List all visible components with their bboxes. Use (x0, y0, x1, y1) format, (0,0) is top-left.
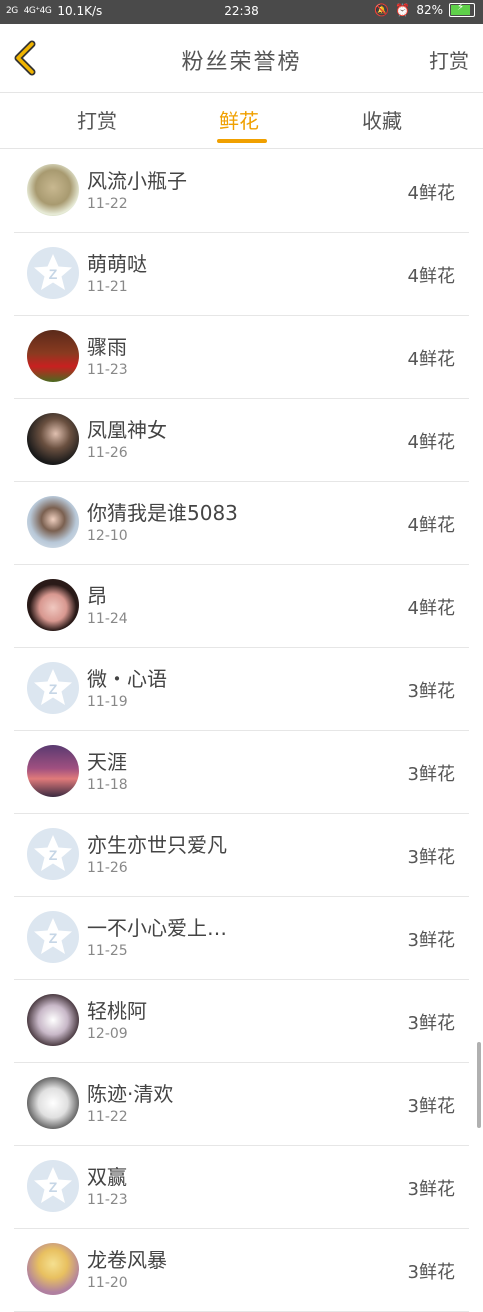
fan-name: 微・心语 (87, 667, 167, 691)
fan-ranking-list: 风流小瓶子 11-22 4鲜花 Z 萌萌哒 11-21 4鲜花 骤雨 11-23 4鲜花 凤凰神女 1… (0, 150, 483, 1312)
flower-count: 3鲜花 (407, 847, 455, 868)
default-avatar-icon: Z (34, 918, 72, 954)
mute-icon: 🔕 (374, 3, 390, 17)
battery-icon: ⚡ (449, 2, 475, 17)
fan-name: 轻桃阿 (87, 999, 147, 1023)
tab-flowers[interactable]: 鲜花 (219, 105, 259, 134)
fan-name: 风流小瓶子 (87, 169, 187, 193)
fan-date: 11-25 (87, 943, 128, 959)
fan-date: 11-23 (87, 1192, 128, 1208)
flower-count: 3鲜花 (407, 1179, 455, 1200)
avatar: Z (27, 247, 79, 299)
tab-bar: 打赏 鲜花 收藏 (0, 93, 483, 149)
list-item[interactable]: Z 一不小心爱上… 11-25 3鲜花 (14, 897, 469, 980)
list-item[interactable]: Z 萌萌哒 11-21 4鲜花 (14, 233, 469, 316)
flower-count: 4鲜花 (407, 183, 455, 204)
flower-count: 3鲜花 (407, 1096, 455, 1117)
list-item[interactable]: 昂 11-24 4鲜花 (14, 565, 469, 648)
svg-text:Z: Z (49, 847, 58, 863)
fan-date: 11-21 (87, 279, 128, 295)
alarm-icon: ⏰ (395, 3, 411, 17)
scrollbar[interactable] (477, 1042, 481, 1128)
fan-date: 11-26 (87, 860, 128, 876)
flower-count: 4鲜花 (407, 598, 455, 619)
reward-button[interactable]: 打赏 (429, 45, 469, 74)
avatar (27, 164, 79, 216)
svg-text:Z: Z (49, 930, 58, 946)
default-avatar-icon: Z (34, 669, 72, 705)
flower-count: 4鲜花 (407, 515, 455, 536)
fan-date: 11-26 (87, 445, 128, 461)
fan-date: 11-20 (87, 1275, 128, 1291)
active-tab-indicator (217, 139, 267, 143)
fan-date: 11-19 (87, 694, 128, 710)
fan-date: 11-22 (87, 1109, 128, 1125)
list-item[interactable]: 轻桃阿 12-09 3鲜花 (14, 980, 469, 1063)
list-item[interactable]: 风流小瓶子 11-22 4鲜花 (14, 150, 469, 233)
avatar (27, 745, 79, 797)
fan-name: 龙卷风暴 (87, 1248, 167, 1272)
list-item[interactable]: 凤凰神女 11-26 4鲜花 (14, 399, 469, 482)
list-item[interactable]: 天涯 11-18 3鲜花 (14, 731, 469, 814)
flower-count: 4鲜花 (407, 432, 455, 453)
avatar (27, 413, 79, 465)
list-item[interactable]: 骤雨 11-23 4鲜花 (14, 316, 469, 399)
svg-text:Z: Z (49, 1179, 58, 1195)
fan-name: 天涯 (87, 750, 127, 774)
tab-reward[interactable]: 打赏 (77, 105, 117, 134)
flower-count: 3鲜花 (407, 1262, 455, 1283)
flower-count: 3鲜花 (407, 681, 455, 702)
list-item[interactable]: 你猜我是谁5083 12-10 4鲜花 (14, 482, 469, 565)
flower-count: 3鲜花 (407, 764, 455, 785)
flower-count: 4鲜花 (407, 266, 455, 287)
list-item[interactable]: Z 亦生亦世只爱凡 11-26 3鲜花 (14, 814, 469, 897)
flower-count: 3鲜花 (407, 1013, 455, 1034)
list-item[interactable]: Z 双赢 11-23 3鲜花 (14, 1146, 469, 1229)
tab-favorites[interactable]: 收藏 (362, 105, 402, 134)
fan-date: 11-18 (87, 777, 128, 793)
status-bar: 2G 4G⁺4G 10.1K/s 22:38 🔕 ⏰ 82% ⚡ (0, 0, 483, 24)
default-avatar-icon: Z (34, 254, 72, 290)
fan-name: 一不小心爱上… (87, 916, 227, 940)
fan-date: 12-09 (87, 1026, 128, 1042)
fan-name: 凤凰神女 (87, 418, 167, 442)
avatar (27, 330, 79, 382)
list-item[interactable]: 陈迹·清欢 11-22 3鲜花 (14, 1063, 469, 1146)
fan-date: 11-23 (87, 362, 128, 378)
flower-count: 3鲜花 (407, 930, 455, 951)
fan-date: 11-22 (87, 196, 128, 212)
list-item[interactable]: 龙卷风暴 11-20 3鲜花 (14, 1229, 469, 1312)
avatar (27, 1243, 79, 1295)
avatar: Z (27, 828, 79, 880)
avatar: Z (27, 911, 79, 963)
avatar (27, 496, 79, 548)
default-avatar-icon: Z (34, 1167, 72, 1203)
avatar: Z (27, 1160, 79, 1212)
flower-count: 4鲜花 (407, 349, 455, 370)
battery-percent: 82% (416, 3, 443, 17)
fan-name: 你猜我是谁5083 (87, 501, 238, 525)
list-item[interactable]: Z 微・心语 11-19 3鲜花 (14, 648, 469, 731)
fan-name: 昂 (87, 584, 107, 608)
fan-date: 11-24 (87, 611, 128, 627)
fan-name: 双赢 (87, 1165, 127, 1189)
page-title: 粉丝荣誉榜 (181, 50, 302, 75)
avatar (27, 579, 79, 631)
svg-text:Z: Z (49, 266, 58, 282)
avatar (27, 1077, 79, 1129)
fan-name: 亦生亦世只爱凡 (87, 833, 227, 857)
fan-name: 萌萌哒 (87, 252, 147, 276)
avatar (27, 994, 79, 1046)
fan-date: 12-10 (87, 528, 128, 544)
app-header: 粉丝荣誉榜 打赏 (0, 24, 483, 93)
fan-name: 陈迹·清欢 (87, 1082, 174, 1106)
avatar: Z (27, 662, 79, 714)
default-avatar-icon: Z (34, 835, 72, 871)
svg-text:Z: Z (49, 681, 58, 697)
fan-name: 骤雨 (87, 335, 127, 359)
